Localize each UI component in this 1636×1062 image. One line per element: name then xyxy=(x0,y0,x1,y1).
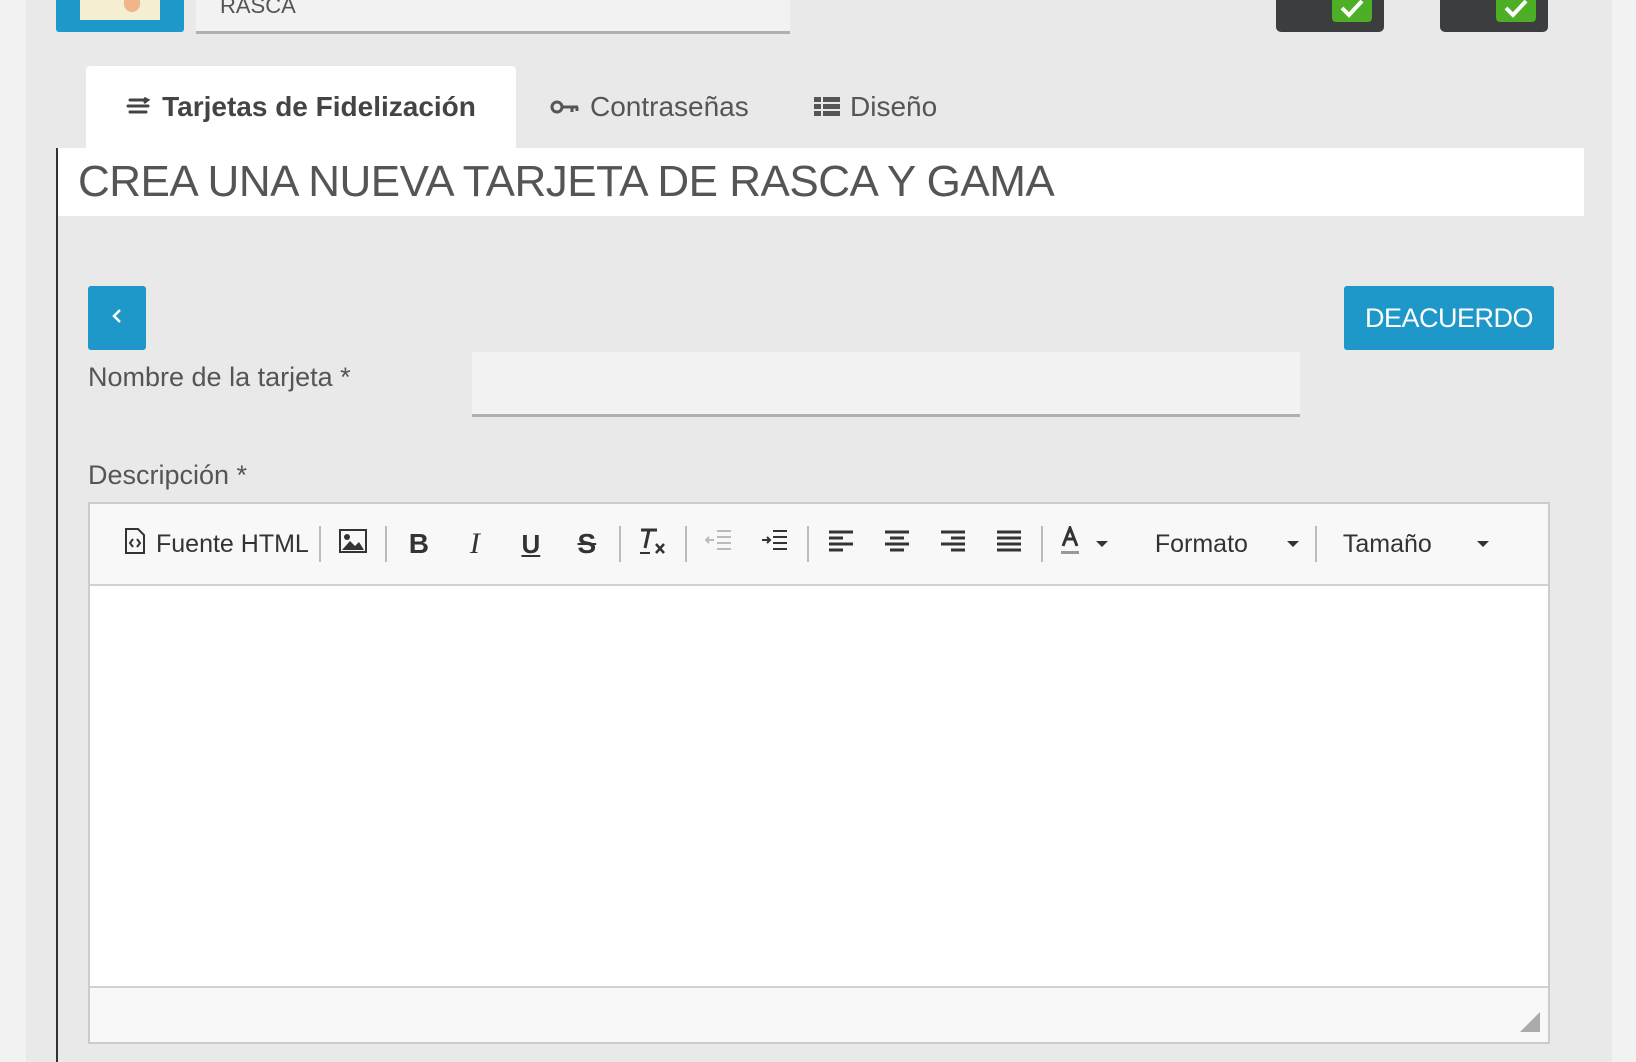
toolbar-separator xyxy=(1314,526,1317,562)
key-icon xyxy=(550,98,580,116)
card-name-label: Nombre de la tarjeta * xyxy=(88,362,351,392)
toolbar-separator xyxy=(384,526,387,562)
remove-format-button[interactable] xyxy=(625,522,681,566)
align-right-button[interactable] xyxy=(925,522,981,566)
card-name-input[interactable] xyxy=(472,352,1300,417)
back-button[interactable] xyxy=(88,286,146,350)
editor-content-area[interactable] xyxy=(90,586,1548,988)
bold-button[interactable]: B xyxy=(391,522,447,566)
tab-design-label: Diseño xyxy=(850,91,938,122)
italic-icon: I xyxy=(469,527,480,560)
chevron-down-icon xyxy=(1286,541,1299,547)
card-title-field[interactable]: RASCA xyxy=(196,0,790,34)
html-source-button[interactable]: Fuente HTML xyxy=(118,522,315,566)
text-color-button[interactable] xyxy=(1047,522,1121,566)
tab-design[interactable]: Diseño xyxy=(814,66,937,148)
toolbar-separator xyxy=(1040,526,1043,562)
size-dropdown[interactable]: Tamaño xyxy=(1321,522,1501,566)
visible-toggle[interactable] xyxy=(1440,0,1548,32)
indent-button[interactable] xyxy=(747,522,803,566)
toolbar-separator xyxy=(318,526,321,562)
align-center-icon xyxy=(884,530,909,559)
format-dropdown[interactable]: Formato xyxy=(1133,522,1311,566)
image-icon xyxy=(338,528,367,560)
justify-button[interactable] xyxy=(981,522,1037,566)
italic-button[interactable]: I xyxy=(447,522,503,566)
format-dropdown-label: Formato xyxy=(1154,529,1248,558)
tab-passwords[interactable]: Contraseñas xyxy=(550,66,749,148)
loyalty-card-icon xyxy=(126,95,152,119)
align-left-button[interactable] xyxy=(813,522,869,566)
toolbar-separator xyxy=(618,526,621,562)
html-source-label: Fuente HTML xyxy=(156,529,309,558)
indent-icon xyxy=(761,529,789,560)
tab-content: CREA UNA NUEVA TARJETA DE RASCA Y GAMA D… xyxy=(56,148,1586,1062)
editor-toolbar: Fuente HTML B I U S Formato Tamaño xyxy=(90,504,1548,586)
ok-button[interactable]: DEACUERDO xyxy=(1344,286,1554,350)
underline-button[interactable]: U xyxy=(503,522,559,566)
outdent-button[interactable] xyxy=(691,522,747,566)
align-center-button[interactable] xyxy=(869,522,925,566)
chevron-down-icon xyxy=(1095,541,1108,547)
align-left-icon xyxy=(828,530,853,559)
check-icon xyxy=(1332,0,1372,22)
remove-format-icon xyxy=(638,526,668,563)
strikethrough-icon: S xyxy=(577,528,597,559)
tab-loyalty-cards-label: Tarjetas de Fidelización xyxy=(162,91,476,122)
underline-icon: U xyxy=(521,528,541,559)
tab-passwords-label: Contraseñas xyxy=(590,91,749,122)
text-color-icon xyxy=(1060,523,1090,563)
chevron-left-icon xyxy=(111,307,123,330)
scratch-card-image xyxy=(80,0,160,20)
outdent-icon xyxy=(704,529,733,560)
grid-icon xyxy=(814,97,840,117)
chevron-down-icon xyxy=(1476,541,1489,547)
page-title: CREA UNA NUEVA TARJETA DE RASCA Y GAMA xyxy=(78,157,1055,206)
align-right-icon xyxy=(940,530,965,559)
size-dropdown-label: Tamaño xyxy=(1342,529,1432,558)
rich-text-editor: Fuente HTML B I U S Formato Tamaño xyxy=(88,502,1550,1044)
justify-icon xyxy=(996,530,1021,559)
editor-status-bar xyxy=(90,988,1548,1040)
toolbar-separator xyxy=(806,526,809,562)
insert-image-button[interactable] xyxy=(325,522,381,566)
bold-icon: B xyxy=(408,528,429,559)
resize-handle-icon[interactable] xyxy=(1520,1012,1540,1032)
strikethrough-button[interactable]: S xyxy=(559,522,615,566)
title-bar: CREA UNA NUEVA TARJETA DE RASCA Y GAMA xyxy=(58,148,1584,216)
description-label: Descripción * xyxy=(88,460,248,490)
toolbar-separator xyxy=(684,526,687,562)
card-thumbnail[interactable] xyxy=(56,0,184,32)
source-file-icon xyxy=(124,527,146,561)
check-icon xyxy=(1496,0,1536,22)
card-title-value: RASCA xyxy=(220,0,296,18)
tab-loyalty-cards[interactable]: Tarjetas de Fidelización xyxy=(86,66,516,148)
active-toggle[interactable] xyxy=(1276,0,1384,32)
